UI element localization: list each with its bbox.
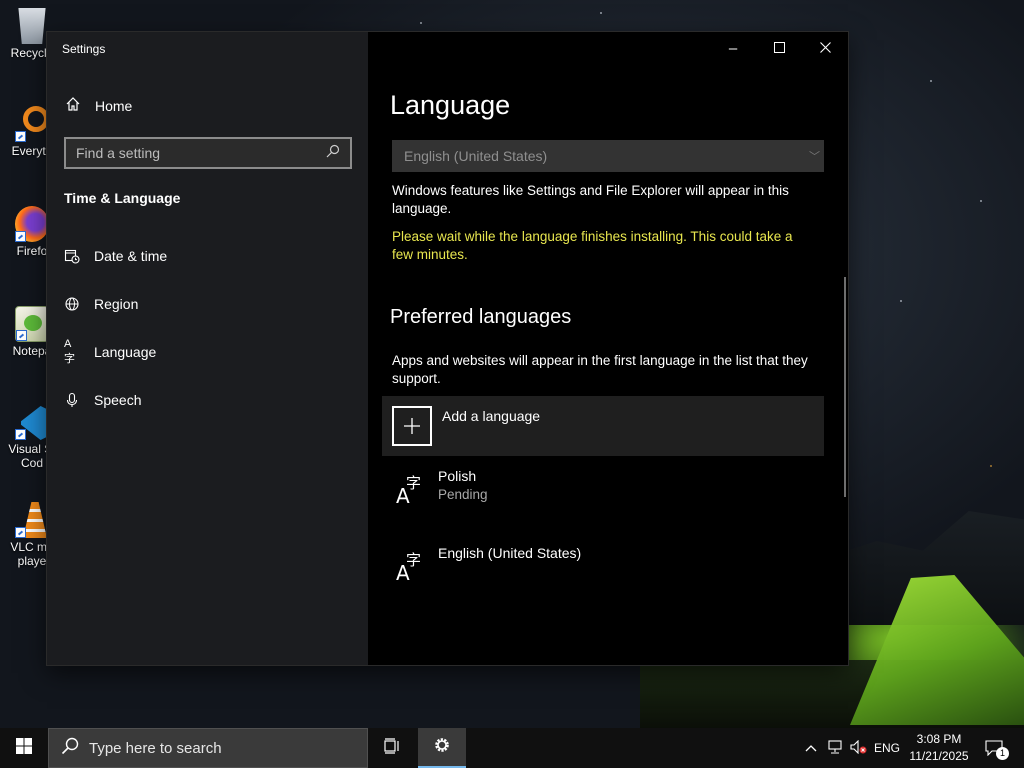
close-button[interactable]: [802, 32, 848, 64]
section-title: Time & Language: [64, 190, 181, 206]
settings-sidebar: Settings Home Time & Language Date & tim…: [47, 32, 368, 665]
action-center-button[interactable]: 1: [978, 728, 1010, 768]
page-title: Language: [390, 90, 511, 120]
vlc-icon: [15, 502, 49, 538]
input-language-indicator[interactable]: ENG: [872, 728, 902, 768]
maximize-button[interactable]: [756, 32, 802, 64]
chevron-up-icon: [805, 741, 817, 755]
add-language-label: Add a language: [442, 408, 541, 424]
star: [980, 200, 982, 202]
microphone-icon: [64, 392, 80, 408]
preferred-languages-description: Apps and websites will appear in the fir…: [392, 353, 808, 386]
language-icon: A字: [64, 338, 75, 365]
close-icon: [819, 40, 831, 57]
shortcut-arrow-icon: [15, 231, 26, 242]
sidebar-item-label: Date & time: [94, 248, 168, 264]
taskbar-settings-app[interactable]: [418, 728, 466, 768]
find-setting-search[interactable]: [64, 137, 352, 169]
recycle-bin-icon: [18, 8, 46, 44]
chevron-down-icon: ﹀: [809, 151, 820, 163]
globe-icon: [64, 296, 80, 312]
settings-content: – Language English (United States) ﹀ Win…: [368, 32, 848, 665]
taskbar-search[interactable]: [48, 728, 368, 768]
install-warning-text: Please wait while the language finishes …: [392, 229, 793, 262]
star: [900, 300, 902, 302]
sidebar-item-language[interactable]: A字 Language: [64, 338, 157, 365]
taskbar-search-input[interactable]: [89, 739, 349, 757]
network-button[interactable]: [824, 728, 846, 768]
preferred-languages-title: Preferred languages: [390, 306, 572, 328]
clock-date: 11/21/2025: [909, 749, 969, 763]
clock-time: 3:08 PM: [916, 732, 962, 746]
home-icon: [65, 96, 81, 115]
maximize-icon: [773, 40, 785, 57]
language-item-english-us[interactable]: A字 English (United States): [382, 537, 824, 597]
shortcut-arrow-icon: [15, 429, 26, 440]
settings-window: Settings Home Time & Language Date & tim…: [47, 32, 848, 665]
taskbar-clock[interactable]: 3:08 PM 11/21/2025: [904, 731, 974, 765]
find-setting-input[interactable]: [76, 145, 316, 161]
notepad-plus-plus-icon: [15, 306, 49, 342]
minimize-button[interactable]: –: [710, 32, 756, 64]
task-view-icon: [383, 737, 401, 759]
star: [990, 465, 992, 467]
nav-home[interactable]: Home: [65, 96, 132, 115]
taskbar: ENG 3:08 PM 11/21/2025 1: [0, 728, 1024, 768]
window-title: Settings: [62, 42, 106, 56]
vscode-icon: [15, 404, 49, 440]
star: [600, 12, 602, 14]
language-status: Pending: [438, 487, 488, 502]
search-icon[interactable]: [326, 144, 340, 163]
notification-count-badge: 1: [996, 747, 1009, 760]
shortcut-arrow-icon: [16, 330, 27, 341]
sidebar-item-date-time[interactable]: Date & time: [64, 248, 167, 264]
minimize-icon: –: [728, 39, 738, 57]
add-language-button[interactable]: Add a language: [382, 396, 824, 456]
language-name: English (United States): [438, 545, 582, 561]
star: [420, 22, 422, 24]
language-glyph-icon: A字: [396, 551, 422, 585]
language-item-polish[interactable]: A字 Polish Pending: [382, 460, 824, 520]
display-language-dropdown[interactable]: English (United States) ﹀: [392, 140, 824, 172]
firefox-icon: [15, 206, 49, 242]
sidebar-item-label: Speech: [94, 392, 142, 408]
sidebar-item-speech[interactable]: Speech: [64, 392, 141, 408]
windows-logo-icon: [16, 737, 32, 759]
language-glyph-icon: A字: [396, 474, 422, 508]
notification-icon: 1: [985, 740, 1009, 760]
content-scrollbar[interactable]: [844, 277, 846, 497]
sidebar-item-label: Language: [94, 344, 157, 360]
nav-home-label: Home: [95, 97, 133, 114]
shortcut-arrow-icon: [15, 527, 26, 538]
display-language-description: Windows features like Settings and File …: [392, 183, 789, 216]
sidebar-item-region[interactable]: Region: [64, 296, 138, 312]
language-name: Polish: [438, 468, 477, 484]
plus-icon: [392, 406, 432, 446]
volume-button[interactable]: [848, 728, 870, 768]
gear-icon: [432, 735, 452, 760]
display-language-value: English (United States): [404, 148, 548, 164]
show-hidden-icons-button[interactable]: [800, 728, 822, 768]
search-icon: [61, 737, 79, 760]
task-view-button[interactable]: [368, 728, 416, 768]
star: [930, 80, 932, 82]
start-button[interactable]: [0, 728, 48, 768]
shortcut-arrow-icon: [15, 131, 26, 142]
volume-muted-icon: [850, 739, 868, 757]
sidebar-item-label: Region: [94, 296, 139, 312]
everything-search-icon: [15, 106, 49, 142]
calendar-clock-icon: [64, 248, 80, 264]
network-icon: [827, 739, 843, 757]
